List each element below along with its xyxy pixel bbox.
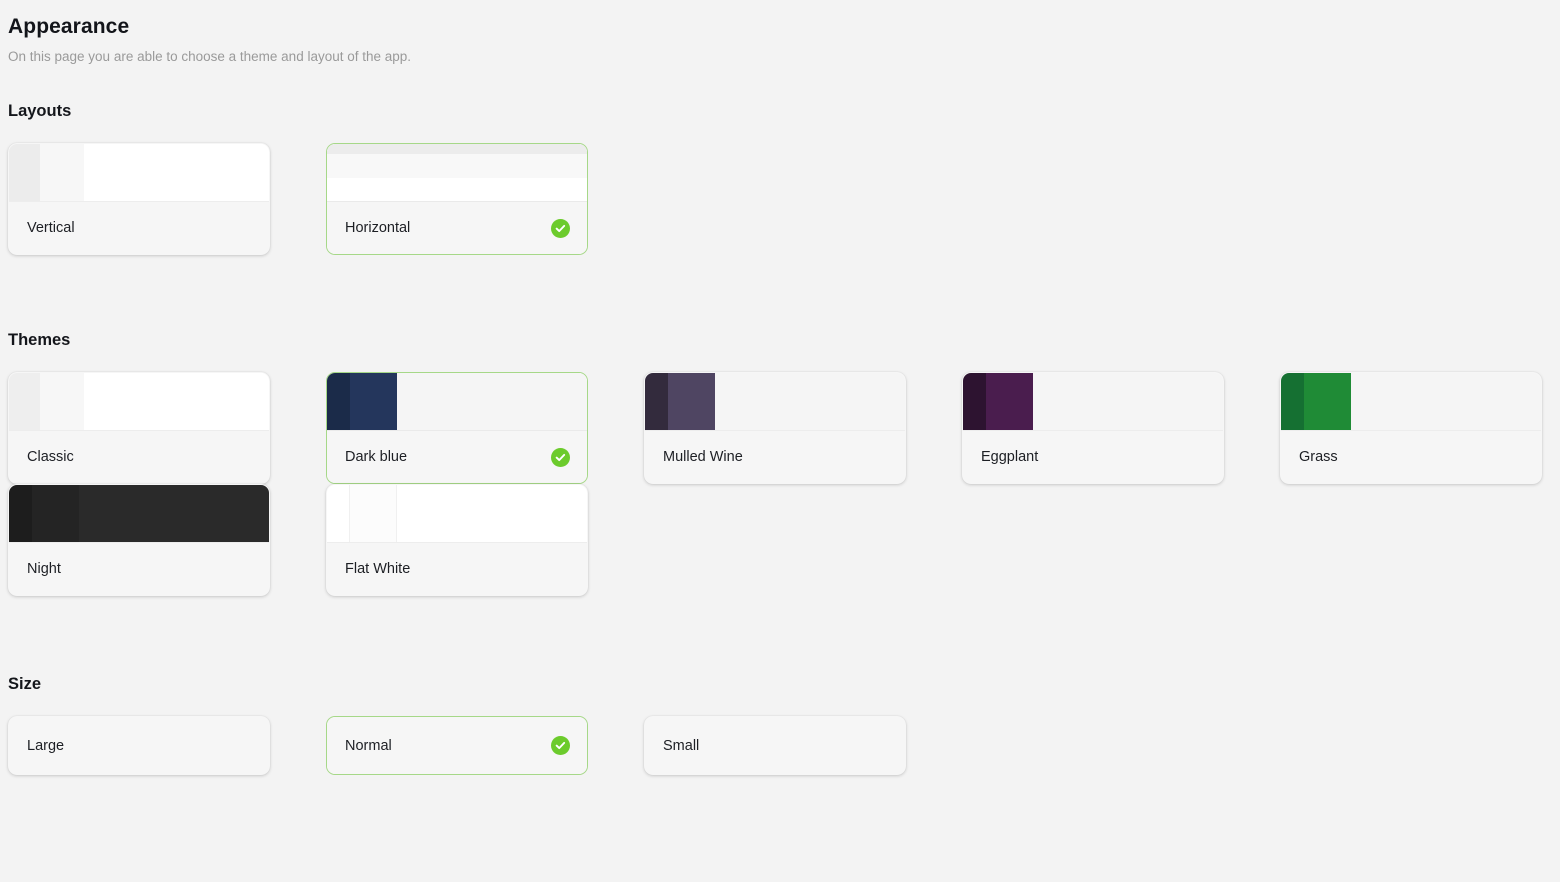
check-circle-icon xyxy=(551,736,570,755)
themes-card-row: Classic Dark blue Mulled Wine Eggplant Grass… xyxy=(8,372,1560,596)
preview-band xyxy=(84,144,269,201)
option-label-row: Large xyxy=(9,717,269,774)
size-card-row: Large Normal Small xyxy=(8,716,1560,775)
option-preview-vertical xyxy=(9,485,269,543)
layouts-section: Layouts Vertical Horizontal xyxy=(8,101,1560,255)
option-label: Night xyxy=(27,561,61,577)
themes-option-dark-blue[interactable]: Dark blue xyxy=(326,372,588,484)
option-label: Classic xyxy=(27,449,74,465)
option-preview-vertical xyxy=(963,373,1223,431)
preview-band xyxy=(397,485,587,542)
option-preview-vertical xyxy=(327,485,587,543)
option-preview-vertical xyxy=(9,373,269,431)
preview-band xyxy=(327,153,587,179)
card-slot: Eggplant xyxy=(962,372,1280,484)
option-label-row: Small xyxy=(645,717,905,774)
preview-band xyxy=(327,373,351,430)
card-slot: Mulled Wine xyxy=(644,372,962,484)
card-slot: Small xyxy=(644,716,962,775)
preview-band xyxy=(9,373,41,430)
preview-band xyxy=(327,178,587,201)
option-label-row: Night xyxy=(9,543,269,595)
layouts-option-horizontal[interactable]: Horizontal xyxy=(326,143,588,255)
option-label-row: Horizontal xyxy=(327,202,587,254)
card-slot: Grass xyxy=(1280,372,1560,484)
card-slot: Night xyxy=(8,484,326,596)
themes-option-flat-white[interactable]: Flat White xyxy=(326,484,588,596)
option-label-row: Normal xyxy=(327,717,587,774)
card-slot: Vertical xyxy=(8,143,326,255)
option-preview-horizontal xyxy=(327,144,587,202)
themes-option-classic[interactable]: Classic xyxy=(8,372,270,484)
preview-band xyxy=(645,373,669,430)
option-preview-vertical xyxy=(1281,373,1541,431)
card-slot: Horizontal xyxy=(326,143,644,255)
layouts-card-row: Vertical Horizontal xyxy=(8,143,1560,255)
option-preview-vertical xyxy=(9,144,269,202)
size-section: Size Large Normal Small xyxy=(8,674,1560,775)
preview-band xyxy=(327,485,351,542)
themes-section: Themes Classic Dark blue Mulled Wine Eggpla… xyxy=(8,330,1560,596)
preview-band xyxy=(397,373,587,430)
option-label-row: Vertical xyxy=(9,202,269,254)
card-slot: Normal xyxy=(326,716,644,775)
page-subtitle: On this page you are able to choose a th… xyxy=(8,49,412,64)
preview-band xyxy=(668,373,716,430)
preview-band xyxy=(9,485,33,542)
option-label-row: Eggplant xyxy=(963,431,1223,483)
size-option-small[interactable]: Small xyxy=(644,716,906,775)
themes-option-night[interactable]: Night xyxy=(8,484,270,596)
size-option-large[interactable]: Large xyxy=(8,716,270,775)
card-slot: Large xyxy=(8,716,326,775)
preview-band xyxy=(84,373,269,430)
option-label-row: Mulled Wine xyxy=(645,431,905,483)
layouts-section-title: Layouts xyxy=(8,102,72,120)
check-circle-icon xyxy=(551,447,570,467)
option-label: Grass xyxy=(1299,449,1338,465)
option-preview-vertical xyxy=(327,373,587,431)
option-label-row: Grass xyxy=(1281,431,1541,483)
option-label-row: Flat White xyxy=(327,543,587,595)
preview-band xyxy=(1281,373,1305,430)
preview-band xyxy=(32,485,80,542)
appearance-settings-page: Appearance On this page you are able to … xyxy=(0,0,1560,882)
check-circle-icon xyxy=(551,218,570,238)
themes-option-grass[interactable]: Grass xyxy=(1280,372,1542,484)
option-label: Flat White xyxy=(345,561,411,577)
option-label: Mulled Wine xyxy=(663,449,743,465)
preview-band xyxy=(350,373,398,430)
card-slot: Flat White xyxy=(326,484,644,596)
option-label-row: Classic xyxy=(9,431,269,483)
preview-band xyxy=(963,373,987,430)
preview-band xyxy=(79,485,269,542)
preview-band xyxy=(40,373,85,430)
preview-band xyxy=(715,373,905,430)
option-label: Horizontal xyxy=(345,220,411,236)
preview-band xyxy=(9,144,41,201)
option-label-row: Dark blue xyxy=(327,431,587,483)
preview-band xyxy=(986,373,1034,430)
option-preview-vertical xyxy=(645,373,905,431)
card-slot: Dark blue xyxy=(326,372,644,484)
option-label: Large xyxy=(27,737,65,754)
card-slot: Classic xyxy=(8,372,326,484)
option-label: Eggplant xyxy=(981,449,1039,465)
option-label: Small xyxy=(663,737,700,754)
option-label: Normal xyxy=(345,737,392,754)
themes-option-eggplant[interactable]: Eggplant xyxy=(962,372,1224,484)
preview-band xyxy=(40,144,85,201)
preview-band xyxy=(327,144,587,154)
themes-section-title: Themes xyxy=(8,331,71,349)
preview-band xyxy=(1033,373,1223,430)
size-option-normal[interactable]: Normal xyxy=(326,716,588,775)
size-section-title: Size xyxy=(8,675,42,693)
preview-band xyxy=(1351,373,1541,430)
option-label: Dark blue xyxy=(345,449,408,465)
preview-band xyxy=(350,485,398,542)
layouts-option-vertical[interactable]: Vertical xyxy=(8,143,270,255)
page-title: Appearance xyxy=(8,15,130,38)
themes-option-mulled-wine[interactable]: Mulled Wine xyxy=(644,372,906,484)
preview-band xyxy=(1304,373,1352,430)
option-label: Vertical xyxy=(27,220,75,236)
